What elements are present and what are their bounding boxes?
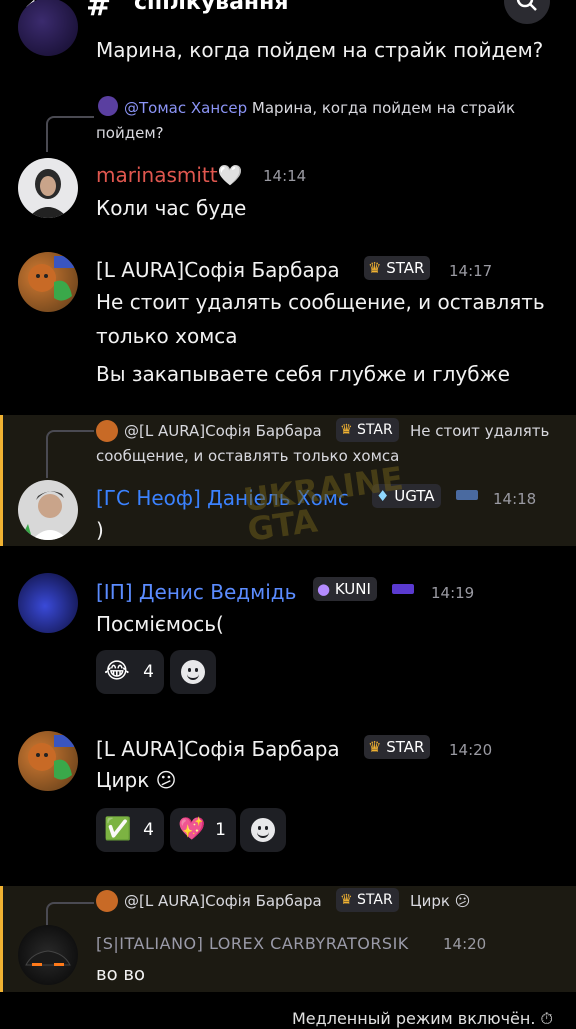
reply-author[interactable]: @[L AURA]Софія Барбара xyxy=(124,422,322,440)
crown-icon: ♛ xyxy=(368,738,382,756)
role-badge: ♛ STAR xyxy=(364,735,431,759)
reply-avatar xyxy=(96,890,118,912)
car-avatar-icon xyxy=(25,950,71,966)
cat-avatar-icon xyxy=(28,256,74,301)
user-photo-icon xyxy=(28,169,68,218)
reaction-heart[interactable]: 💖 1 xyxy=(170,808,236,852)
reply-connector xyxy=(46,430,94,478)
avatar[interactable] xyxy=(18,573,78,633)
badge-label: STAR xyxy=(386,259,425,277)
smiley-add-icon xyxy=(251,818,275,842)
search-icon xyxy=(516,0,537,11)
channel-hash-icon: # xyxy=(86,0,112,23)
garlic-icon: ● xyxy=(317,580,331,598)
message-text: Не стоит удалять сообщение, и оставлять xyxy=(96,290,545,314)
reply-text: Не стоит удалять xyxy=(410,422,550,440)
message-time: 14:20 xyxy=(443,935,487,953)
reply-avatar xyxy=(96,420,118,442)
message-text: Марина, когда пойдем на страйк пойдем? xyxy=(96,38,544,62)
avatar[interactable] xyxy=(18,0,78,56)
message-time: 14:19 xyxy=(431,584,475,602)
channel-title[interactable]: спілкування xyxy=(134,0,288,15)
reply-text-continued: пойдем? xyxy=(96,124,164,142)
message-text: только хомса xyxy=(96,324,238,348)
channel-header: ‹ # спілкування xyxy=(0,0,576,26)
slow-mode-label: Медленный режим включён. xyxy=(292,1009,536,1028)
laughing-emoji-icon: 😂 xyxy=(104,659,130,684)
avatar[interactable] xyxy=(18,731,78,791)
heart-emoji-icon: 💖 xyxy=(178,817,206,842)
reply-preview[interactable]: @Томас Хансер Марина, когда пойдем на ст… xyxy=(124,99,515,117)
badge-label: KUNI xyxy=(334,580,371,598)
message-time: 14:20 xyxy=(449,741,493,759)
message-author[interactable]: [L AURA]Софія Барбара xyxy=(96,258,340,282)
smiley-add-icon xyxy=(181,660,205,684)
search-button[interactable] xyxy=(504,0,550,24)
check-emoji-icon: ✅ xyxy=(104,817,132,842)
reply-mention: @Томас Хансер xyxy=(124,99,248,117)
reaction-count: 4 xyxy=(143,820,154,840)
reply-connector xyxy=(46,902,94,928)
reply-text-continued: сообщение, и оставлять только хомса xyxy=(96,447,400,465)
timer-icon: ⏱ xyxy=(540,1009,553,1028)
message-text: Коли час буде xyxy=(96,196,247,220)
cat-avatar-icon xyxy=(28,735,74,780)
server-tag-icon xyxy=(392,584,414,594)
crown-icon: ♛ xyxy=(368,259,382,277)
message-time: 14:14 xyxy=(263,167,307,185)
role-badge: ♛ STAR xyxy=(336,888,399,912)
role-badge: ♛ STAR xyxy=(364,256,431,280)
message-text: во во xyxy=(96,964,145,985)
message-text: Цирк 😕 xyxy=(96,768,177,792)
badge-label: STAR xyxy=(357,892,393,908)
reply-text: Марина, когда пойдем на страйк xyxy=(251,99,516,117)
reply-avatar xyxy=(98,96,118,116)
avatar[interactable] xyxy=(18,925,78,985)
badge-label: STAR xyxy=(357,422,393,438)
reaction-laughing[interactable]: 😂 4 xyxy=(96,650,164,694)
reaction-count: 4 xyxy=(143,662,154,682)
avatar[interactable] xyxy=(18,480,78,540)
add-reaction-button[interactable] xyxy=(170,650,216,694)
avatar[interactable] xyxy=(18,158,78,218)
message-author[interactable]: marinasmitt🤍 xyxy=(96,163,243,187)
reply-connector xyxy=(46,116,94,152)
add-reaction-button[interactable] xyxy=(240,808,286,852)
user-photo-icon xyxy=(22,491,68,540)
role-badge: ● KUNI xyxy=(313,577,377,601)
crown-icon: ♛ xyxy=(340,422,353,438)
message-author[interactable]: [ІП] Денис Ведмідь xyxy=(96,580,296,604)
slow-mode-notice: Медленный режим включён. ⏱ xyxy=(292,1009,553,1029)
reaction-check[interactable]: ✅ 4 xyxy=(96,808,164,852)
message-time: 14:17 xyxy=(449,262,493,280)
message-time: 14:18 xyxy=(493,490,537,508)
role-badge: ♛ STAR xyxy=(336,418,399,442)
badge-label: STAR xyxy=(386,738,425,756)
avatar[interactable] xyxy=(18,252,78,312)
crown-icon: ♛ xyxy=(340,892,353,908)
message-text: Вы закапываете себя глубже и глубже xyxy=(96,362,510,386)
reaction-count: 1 xyxy=(215,820,226,840)
reply-author[interactable]: @[L AURA]Софія Барбара xyxy=(124,892,322,910)
server-tag-icon xyxy=(456,490,478,500)
message-author[interactable]: [L AURA]Софія Барбара xyxy=(96,737,340,761)
message-author[interactable]: [S|ITALIANO] LOREX CARBYRATORSIK xyxy=(96,934,409,953)
message-text: ) xyxy=(96,518,104,542)
message-text: Посміємось( xyxy=(96,612,224,636)
reply-text: Цирк 😕 xyxy=(410,892,471,910)
